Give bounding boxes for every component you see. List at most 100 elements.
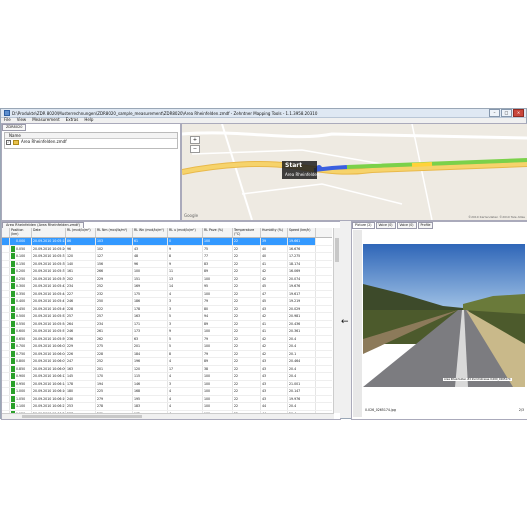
rl-wn-cell: 163 [133,313,168,320]
humidity-cell: 39 [261,238,288,245]
zoom-out-button[interactable]: − [190,145,200,153]
tab-profile[interactable]: Profile [417,222,434,229]
header-indicator[interactable] [2,228,10,237]
header-temperature[interactable]: Temperature (°C) [233,228,261,237]
status-color-swatch [11,275,15,282]
header-speed[interactable]: Speed (km/h) [288,228,316,237]
humidity-cell: 45 [261,298,288,305]
rl-pave-cell: 77 [203,253,233,260]
temperature-cell: 22 [233,238,261,245]
start-callout[interactable]: Start Area Rheinfelden [282,161,319,179]
table-row[interactable]: 1.100 20.09.2010 10:06:21 253 278 183 4 100 22 4… [2,403,332,411]
table-row[interactable]: 0.900 20.09.2010 10:06:12 145 170 115 4 100 22 4… [2,373,332,381]
table-row[interactable]: 0.800 20.09.2010 10:06:07 247 252 196 4 89 22 43… [2,358,332,366]
table-row[interactable]: 0.400 20.09.2010 10:05:47 246 250 186 3 79 22 45… [2,298,332,306]
thumbnail-strip[interactable] [353,230,362,417]
sync-arrow-icon[interactable]: ← [341,318,349,327]
temperature-cell: 22 [233,268,261,275]
table-row[interactable]: 0.850 20.09.2010 10:06:09 163 201 120 17 38 22 4… [2,365,332,373]
table-row[interactable]: 0.150 20.09.2010 10:05:35 140 156 96 9 83 22 41 1… [2,260,332,268]
position-cell: 0.400 [10,298,32,305]
table-row[interactable]: 0.550 20.09.2010 10:05:54 264 234 171 3 89 22 41… [2,320,332,328]
table-row[interactable]: 0.750 20.09.2010 10:06:04 226 228 184 8 79 22 42… [2,350,332,358]
speed-cell: 20.4 [288,403,316,410]
rl-u-cell: 5 [168,335,203,342]
rl-u-cell: 8 [168,253,203,260]
table-row[interactable]: 0.300 20.09.2010 10:05:42 234 252 169 14 95 22 4… [2,283,332,291]
header-rl-wn[interactable]: RL Wn (mcd/lx/m²) [133,228,168,237]
file-checkbox[interactable]: ✓ [6,139,11,145]
status-color-swatch [11,328,15,334]
humidity-cell: 44 [261,403,288,410]
table-row[interactable]: 1.000 20.09.2010 10:06:16 180 225 168 4 100 22 4… [2,388,332,396]
table-row[interactable]: 0.250 20.09.2010 10:05:39 202 229 151 13 100 22… [2,275,332,283]
position-value: 0.150 [16,261,26,266]
table-row[interactable]: 0.650 20.09.2010 10:05:59 236 262 63 5 79 22 42 2… [2,335,332,343]
table-row[interactable]: 0.700 20.09.2010 10:06:02 229 275 201 5 100 22 4… [2,343,332,351]
temperature-cell: 22 [233,283,261,290]
rl-u-cell: 3 [168,380,203,387]
hscroll-thumb[interactable] [22,415,142,418]
row-indicator [2,245,10,252]
header-rl[interactable]: RL (mcd/lx/m²) [66,228,96,237]
header-position[interactable]: Position (km) [10,228,32,237]
header-date[interactable]: Date [32,228,66,237]
rl-u-cell: 5 [168,313,203,320]
rl-nm-cell: 228 [96,350,133,357]
rl-pave-cell: 100 [203,388,233,395]
header-rl-u[interactable]: RL u (mcd/lx/m²) [168,228,203,237]
date-cell: 20.09.2010 10:06:04 [33,350,66,357]
date-cell: 20.09.2010 10:06:16 [33,388,66,395]
rl-nm-cell: 262 [96,335,133,342]
header-rl-pave[interactable]: RL Pave (%) [203,228,233,237]
table-row[interactable]: 0.600 20.09.2010 10:05:57 246 261 173 9 100 22 4… [2,328,332,336]
temperature-cell: 22 [233,380,261,387]
table-row[interactable]: 1.050 20.09.2010 10:06:19 240 279 195 4 100 22 4… [2,395,332,403]
speed-cell: 20.464 [288,358,316,365]
rl-u-cell: 3 [168,305,203,312]
road-photo: Area Rheinfelden #2 Zurichstrasse 0,000_… [363,244,525,387]
position-cell: 1.000 [10,388,32,395]
tab-voice-1[interactable]: Voice (0) [375,222,396,229]
table-row[interactable]: 0.350 20.09.2010 10:05:44 227 232 175 4 100 22 4… [2,290,332,298]
position-cell: 0.750 [10,350,32,357]
tab-voice-2[interactable]: Voice (0) [396,222,417,229]
maximize-button[interactable]: □ [501,109,512,117]
scroll-thumb[interactable] [335,238,339,262]
table-row[interactable]: 0.100 20.09.2010 10:05:31 120 127 48 8 77 22 40 1… [2,253,332,261]
rl-cell: 96 [66,245,96,252]
tab-picture[interactable]: Picture (2) [352,222,375,229]
status-color-swatch [11,283,15,289]
header-humidity[interactable]: Humidity (%) [261,228,288,237]
status-color-swatch [11,350,15,357]
table-row[interactable]: 0.450 20.09.2010 10:05:49 228 222 178 3 80 22 43… [2,305,332,313]
position-cell: 0.450 [10,305,32,312]
table-row[interactable]: 0.000 20.09.2010 10:05:15 86 103 61 0 100 22 39 1… [2,238,332,246]
table-row[interactable]: 0.950 20.09.2010 10:06:14 178 194 146 3 100 22 4… [2,380,332,388]
row-indicator [2,313,10,320]
table-row[interactable]: 0.500 20.09.2010 10:05:52 257 257 163 5 94 22 42… [2,313,332,321]
horizontal-scrollbar[interactable] [2,413,334,419]
map-view[interactable]: + − Start Area Rheinfelden Google ©2010 … [181,123,527,221]
project-tab[interactable]: ZDR8020 [2,124,27,131]
rl-wn-cell: 178 [133,305,168,312]
rl-wn-cell: 169 [133,283,168,290]
tree-item[interactable]: ✓ Area Rheinfelden.zmdf [5,139,177,145]
close-button[interactable]: × [513,109,524,117]
row-indicator [2,395,10,402]
zoom-in-button[interactable]: + [190,136,200,144]
humidity-cell: 47 [261,290,288,297]
vertical-scrollbar[interactable] [333,228,340,413]
position-value: 0.300 [16,284,26,288]
minimize-button[interactable]: – [489,109,500,117]
rl-pave-cell: 100 [203,373,233,380]
header-rl-nm[interactable]: RL Nm (mcd/lx/m²) [96,228,133,237]
table-row[interactable]: 0.050 20.09.2010 10:05:26 96 102 43 9 75 22 40 16… [2,245,332,253]
date-cell: 20.09.2010 10:05:26 [33,245,66,252]
position-cell: 0.600 [10,328,32,335]
position-value: 0.850 [16,366,26,371]
table-row[interactable]: 0.200 20.09.2010 10:05:37 161 266 100 11 89 22 4… [2,268,332,276]
rl-nm-cell: 225 [96,388,133,395]
temperature-cell: 22 [233,373,261,380]
humidity-cell: 42 [261,313,288,320]
